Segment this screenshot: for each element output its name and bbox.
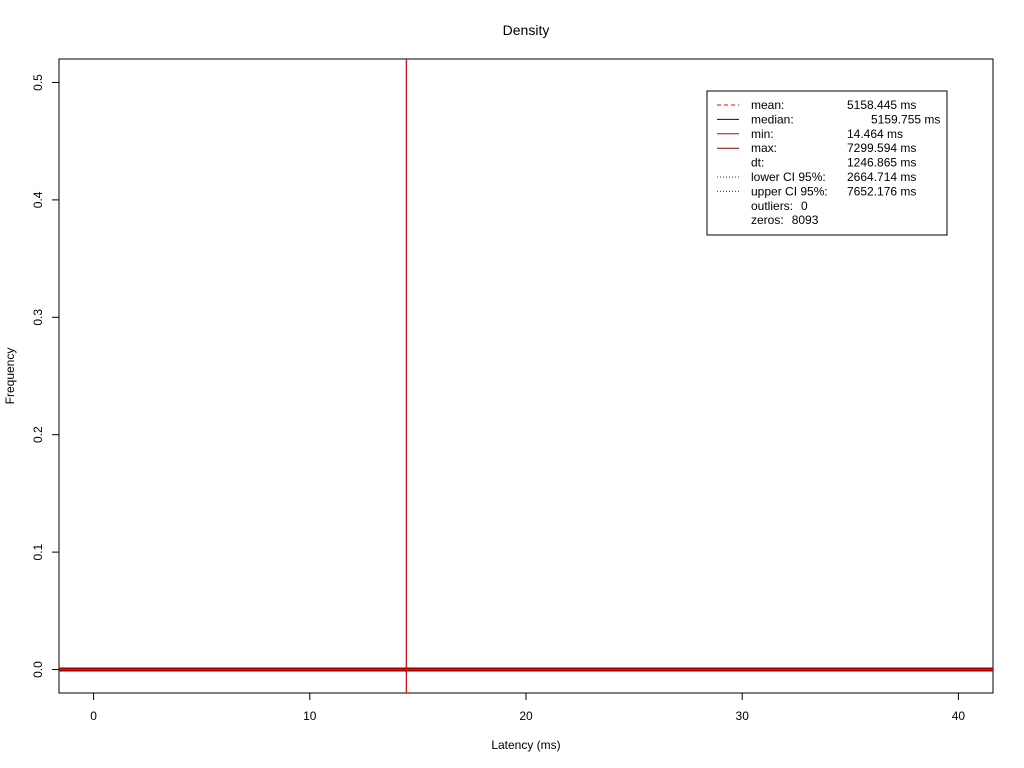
legend-label: mean: — [751, 98, 784, 112]
legend-value: 5158.445 ms — [847, 98, 916, 112]
x-tick-label: 30 — [736, 709, 750, 723]
legend-value: 7299.594 ms — [847, 141, 916, 155]
legend-label: lower CI 95%: — [751, 170, 826, 184]
chart-title: Density — [503, 22, 550, 38]
y-tick-label: 0.2 — [31, 426, 45, 443]
legend: mean: 5158.445 ms median: 5159.755 ms min: 14… — [706, 90, 948, 236]
legend-label: dt: — [751, 156, 764, 170]
x-tick-label: 0 — [90, 709, 97, 723]
y-tick-label: 0.4 — [31, 191, 45, 208]
legend-value: 2664.714 ms — [847, 170, 916, 184]
y-tick-label: 0.5 — [31, 74, 45, 91]
y-axis: 0.0 0.1 0.2 0.3 0.4 0.5 — [31, 74, 59, 678]
y-axis-title: Frequency — [3, 348, 17, 405]
legend-value: 8093 — [792, 213, 819, 227]
legend-value: 5159.755 ms — [871, 112, 940, 126]
density-chart: Density 0.0 0.1 0.2 0.3 0.4 0.5 0 10 20 30 40 Lat… — [3, 22, 994, 752]
x-tick-label: 10 — [303, 709, 317, 723]
legend-value: 1246.865 ms — [847, 156, 916, 170]
y-tick-label: 0.3 — [31, 309, 45, 326]
legend-label: zeros: — [751, 213, 784, 227]
x-axis-title: Latency (ms) — [491, 738, 560, 752]
y-tick-label: 0.1 — [31, 543, 45, 560]
legend-label: median: — [751, 112, 794, 126]
x-tick-label: 40 — [952, 709, 966, 723]
legend-value: 14.464 ms — [847, 127, 903, 141]
x-axis: 0 10 20 30 40 — [90, 693, 965, 723]
legend-label: max: — [751, 141, 777, 155]
legend-value: 7652.176 ms — [847, 184, 916, 198]
legend-label: upper CI 95%: — [751, 184, 828, 198]
legend-value: 0 — [801, 199, 808, 213]
legend-label: outliers: — [751, 199, 793, 213]
legend-label: min: — [751, 127, 774, 141]
y-tick-label: 0.0 — [31, 661, 45, 678]
x-tick-label: 20 — [519, 709, 533, 723]
